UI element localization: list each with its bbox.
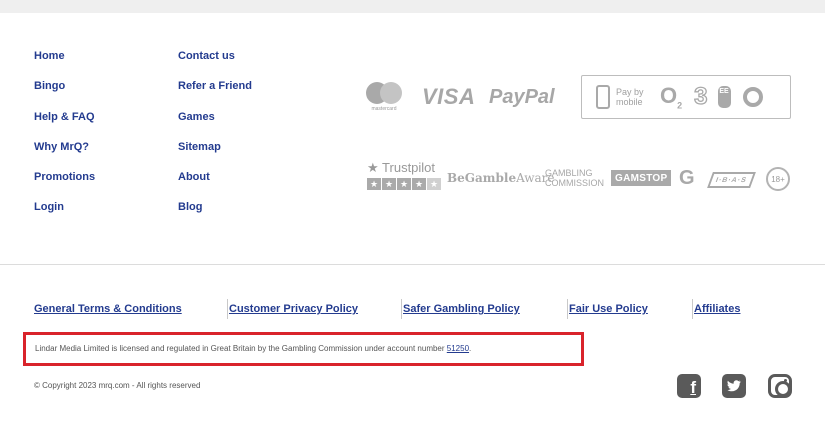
- license-account-number-link[interactable]: 51250: [447, 344, 469, 353]
- nav-link-bingo[interactable]: Bingo: [34, 76, 95, 106]
- begambleaware-logo: BeGamble Aware: [447, 160, 554, 196]
- o2-subscript: 2: [677, 100, 683, 111]
- begambleaware-label-a: BeGamble: [447, 171, 517, 185]
- footer-nav-column-2: Contact us Refer a Friend Games Sitemap …: [178, 46, 252, 228]
- gambling-commission-line-2: COMMISSION: [545, 178, 605, 188]
- ibas-logo: I·B·A·S: [707, 172, 756, 188]
- link-safer-gambling-policy[interactable]: Safer Gambling Policy: [403, 302, 520, 316]
- nav-link-blog[interactable]: Blog: [178, 197, 252, 227]
- nav-link-login[interactable]: Login: [34, 197, 95, 227]
- paypal-logo: PayPal: [489, 85, 555, 108]
- trustpilot-label: Trustpilot: [382, 160, 436, 175]
- mastercard-logo: mastercard: [365, 82, 403, 112]
- nav-link-sitemap[interactable]: Sitemap: [178, 137, 252, 167]
- nav-link-why-mrq[interactable]: Why MrQ?: [34, 137, 95, 167]
- link-general-terms[interactable]: General Terms & Conditions: [34, 302, 182, 316]
- nav-link-contact-us[interactable]: Contact us: [178, 46, 252, 76]
- phone-icon: [596, 85, 610, 109]
- gamstop-logo: GAMSTOP: [611, 170, 672, 186]
- nav-link-promotions[interactable]: Promotions: [34, 167, 95, 197]
- link-customer-privacy-policy[interactable]: Customer Privacy Policy: [229, 302, 358, 316]
- twitter-icon[interactable]: [722, 374, 746, 398]
- footer-divider: [0, 264, 825, 265]
- license-statement: Lindar Media Limited is licensed and reg…: [23, 332, 584, 366]
- gambling-commission-logo: GAMBLING COMMISSION: [545, 160, 604, 196]
- gambling-commission-line-1: GAMBLING: [545, 168, 593, 178]
- nav-link-about[interactable]: About: [178, 167, 252, 197]
- star-icon: ★: [397, 178, 411, 190]
- o2-logo: O2: [660, 83, 682, 110]
- star-icon: ★: [427, 178, 441, 190]
- footer-nav-column-1: Home Bingo Help & FAQ Why MrQ? Promotion…: [34, 46, 95, 228]
- copyright-text: © Copyright 2023 mrq.com - All rights re…: [34, 381, 201, 390]
- twitter-bird-icon: [727, 380, 741, 392]
- nav-link-refer-a-friend[interactable]: Refer a Friend: [178, 76, 252, 106]
- three-logo: 3: [693, 82, 708, 110]
- visa-logo: VISA: [422, 84, 476, 109]
- link-fair-use-policy[interactable]: Fair Use Policy: [569, 302, 648, 316]
- nav-link-help-faq[interactable]: Help & FAQ: [34, 107, 95, 137]
- vodafone-icon: [742, 87, 763, 107]
- age-18-plus-badge: 18+: [766, 167, 790, 191]
- star-icon: ★: [382, 178, 396, 190]
- nav-link-home[interactable]: Home: [34, 46, 95, 76]
- nav-link-games[interactable]: Games: [178, 107, 252, 137]
- instagram-icon[interactable]: [768, 374, 792, 398]
- license-end: .: [469, 344, 472, 353]
- policy-separator: [401, 299, 402, 319]
- pay-by-mobile-label: Pay by mobile: [616, 87, 644, 107]
- star-icon: ★: [367, 160, 379, 175]
- policy-separator: [567, 299, 568, 319]
- star-icon: ★: [367, 178, 381, 190]
- pay-by-mobile-box: Pay by mobile O2 3 EE: [581, 75, 791, 119]
- policy-separator: [227, 299, 228, 319]
- mastercard-circles-icon: [366, 82, 402, 104]
- gamcare-logo: G: [679, 166, 695, 189]
- license-text: Lindar Media Limited is licensed and reg…: [35, 344, 447, 353]
- facebook-icon[interactable]: f: [677, 374, 701, 398]
- ee-logo: EE: [717, 86, 731, 108]
- policy-separator: [692, 299, 693, 319]
- trustpilot-logo: ★ Trustpilot ★ ★ ★ ★ ★: [367, 160, 441, 196]
- star-icon: ★: [412, 178, 426, 190]
- mastercard-label: mastercard: [371, 106, 397, 112]
- trustpilot-stars: ★ ★ ★ ★ ★: [367, 178, 441, 190]
- link-affiliates[interactable]: Affiliates: [694, 302, 740, 316]
- top-bar: [0, 0, 825, 13]
- o2-letter: O: [660, 83, 678, 109]
